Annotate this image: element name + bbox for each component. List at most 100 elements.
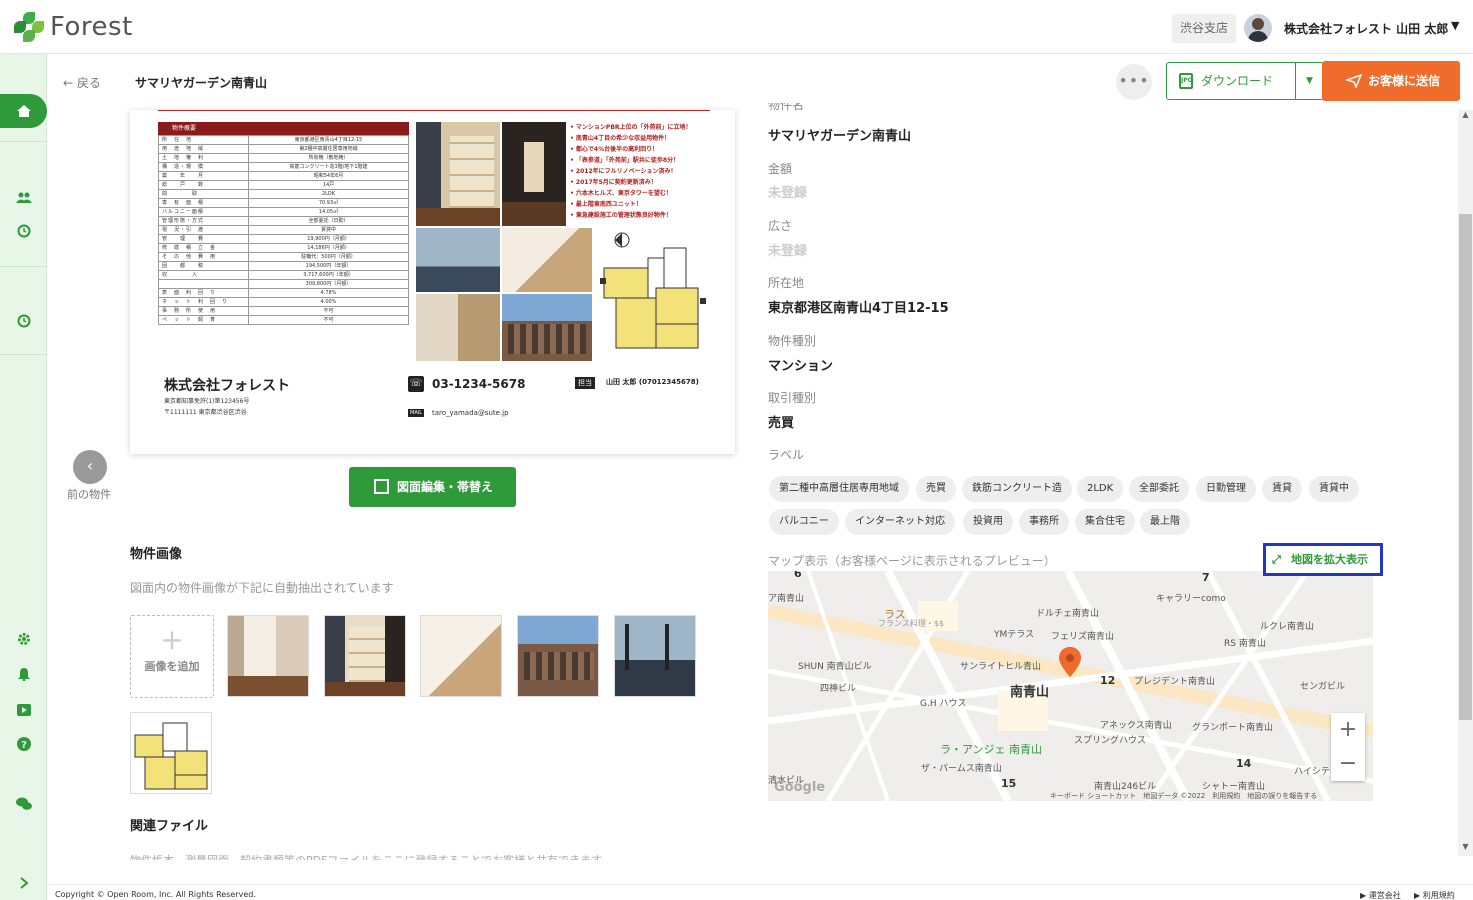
avatar[interactable] xyxy=(1244,14,1272,42)
scroll-up-arrow-icon[interactable]: ▲ xyxy=(1458,110,1473,124)
floor-plan-thumb[interactable] xyxy=(130,712,212,794)
back-label: 戻る xyxy=(76,76,101,90)
spec-key xyxy=(158,279,249,289)
chat-icon xyxy=(15,797,32,810)
map-place-label: フランス料理・$$ xyxy=(878,619,945,628)
map-preview-label: マップ表示（お客様ページに表示されるプレビュー） xyxy=(768,554,1056,568)
spec-key: 用 途 地 域 xyxy=(158,144,249,154)
map-place-label: フェリズ南青山 xyxy=(1051,632,1115,642)
flyer-preview[interactable]: 物件概要 所 在 地東京都港区南青山4丁目12-15 用 途 地 域第2種中高層住… xyxy=(130,110,735,454)
scroll-down-arrow-icon[interactable]: ▼ xyxy=(1458,842,1473,856)
spec-key: 事 務 所 使 用 xyxy=(158,306,249,316)
user-menu-caret-icon[interactable]: ▼ xyxy=(1451,19,1459,32)
download-button[interactable]: JPG ダウンロード xyxy=(1166,62,1296,100)
spec-row: 専 有 面 積 70.93㎡ xyxy=(158,198,409,208)
property-image-thumb[interactable] xyxy=(227,615,309,697)
edit-flyer-button[interactable]: 図面編集・帯替え xyxy=(349,467,516,507)
images-section-title: 物件画像 xyxy=(130,547,183,562)
help-icon: ? xyxy=(16,737,31,751)
map-place-label: 南青山 xyxy=(1010,685,1050,700)
back-link[interactable]: ← 戻る xyxy=(63,74,101,91)
map-preview[interactable]: 南青山 12 ラ・アンジェ 南青山 アネックス南青山 プレジデント南青山 スプリングハウス… xyxy=(768,571,1373,801)
sidebar-item-customers[interactable] xyxy=(0,188,47,212)
property-image-thumb[interactable] xyxy=(420,615,502,697)
label-chip: 集合住宅 xyxy=(1075,509,1135,535)
sidebar-item-history-2[interactable] xyxy=(0,312,47,336)
property-image-thumb[interactable] xyxy=(324,615,406,697)
spec-table: 所 在 地東京都港区南青山4丁目12-15 用 途 地 域第2種中高層住居専用地域… xyxy=(158,135,409,325)
map-place-label: グランポート南青山 xyxy=(1192,723,1274,733)
sidebar-expand-button[interactable] xyxy=(0,872,47,896)
sidebar-divider xyxy=(0,266,47,267)
price-label: 金額 xyxy=(768,162,793,176)
copyright: Copyright © Open Room, Inc. All Rights R… xyxy=(55,890,256,899)
sidebar-item-chat[interactable] xyxy=(0,795,47,819)
send-label: お客様に送信 xyxy=(1368,74,1441,88)
paper-plane-icon xyxy=(1344,61,1363,101)
spec-value: 不可 xyxy=(248,315,409,325)
company-phone: 03-1234-5678 xyxy=(432,377,526,391)
spec-key: 固 都 税 xyxy=(158,261,249,271)
spec-value: 194,500円（年額） xyxy=(248,261,409,271)
highlight-item: • マンションPBR上位の「外苑前」に立地！ xyxy=(570,124,692,131)
photo-room-light xyxy=(416,294,500,361)
spec-value: 4.00% xyxy=(248,297,409,307)
highlight-item: • 東急建設施工の管理状態良好物件！ xyxy=(570,212,672,219)
label-chip: 第二種中高層住居専用地域 xyxy=(769,476,909,502)
sidebar-item-history[interactable] xyxy=(0,222,47,246)
forest-logo[interactable]: Forest xyxy=(14,12,133,42)
map-place-label: YMテラス xyxy=(994,630,1035,640)
highlight-item: • 「表参道」「外苑前」駅共に徒歩8分！ xyxy=(570,157,680,164)
previous-property-label[interactable]: 前の物件 xyxy=(67,486,111,502)
address-value: 東京都港区南青山4丁目12-15 xyxy=(768,301,949,316)
property-image-thumb[interactable] xyxy=(614,615,696,697)
sidebar-item-home[interactable] xyxy=(0,94,47,128)
jpg-file-icon: JPG xyxy=(1179,73,1193,89)
map-place-label: スプリングハウス xyxy=(1074,736,1147,746)
map-place-label: 四神ビル xyxy=(820,684,857,694)
spec-row: 管 理 費 19,900円（月額） xyxy=(158,234,409,244)
map-expand-button[interactable]: ⤢ 地図を拡大表示 xyxy=(1263,543,1383,576)
spec-row: 間 取 2LDK xyxy=(158,189,409,199)
map-place-label: 14 xyxy=(1236,757,1252,770)
spec-key: バルコニー面積 xyxy=(158,207,249,217)
more-options-button[interactable]: ••• xyxy=(1116,64,1152,100)
photo-building-exterior xyxy=(502,294,592,361)
spec-key: 現 況・引 渡 xyxy=(158,225,249,235)
map-place-label: ドルチェ南青山 xyxy=(1036,609,1100,619)
spec-key: 管 理 費 xyxy=(158,234,249,244)
sidebar-item-help[interactable]: ? xyxy=(0,735,47,759)
spec-key: そ の 他 費 用 xyxy=(158,252,249,262)
download-label: ダウンロード xyxy=(1201,74,1274,88)
previous-property-button[interactable]: ‹ xyxy=(73,450,107,484)
terms-link[interactable]: ▶ 利用規約 xyxy=(1414,890,1455,900)
address-label: 所在地 xyxy=(768,276,805,290)
branch-badge[interactable]: 渋谷支店 xyxy=(1172,14,1237,43)
spec-value: 第2種中高層住居専用地域 xyxy=(248,144,409,154)
label-chip: 日勤管理 xyxy=(1196,476,1256,502)
map-place-label: 15 xyxy=(1001,777,1017,790)
download-options-dropdown[interactable]: ▼ xyxy=(1295,62,1324,100)
map-place-label: センガビル xyxy=(1300,682,1346,692)
company-link[interactable]: ▶ 運営会社 xyxy=(1360,890,1401,900)
users-icon xyxy=(15,192,32,203)
history-icon-2 xyxy=(17,314,30,328)
zoom-in-button[interactable]: + xyxy=(1331,713,1365,747)
spec-value: 不可 xyxy=(248,306,409,316)
google-logo: Google xyxy=(774,780,826,795)
scrollbar-thumb[interactable] xyxy=(1459,214,1472,720)
property-image-thumb[interactable] xyxy=(517,615,599,697)
bell-icon xyxy=(17,668,30,682)
send-to-customer-button[interactable]: お客様に送信 xyxy=(1322,61,1460,101)
sidebar-item-videos[interactable] xyxy=(0,700,47,724)
sidebar-item-notifications[interactable] xyxy=(0,665,47,689)
spec-key: 収 入 xyxy=(158,270,249,280)
zoom-out-button[interactable]: − xyxy=(1331,747,1365,781)
sidebar-divider xyxy=(0,141,47,142)
trade-type-label: 取引種別 xyxy=(768,391,817,405)
spec-value: 全部委託（日勤） xyxy=(248,216,409,226)
add-image-button[interactable]: + 画像を追加 xyxy=(130,615,214,698)
sidebar-item-settings[interactable] xyxy=(0,630,47,654)
user-name[interactable]: 株式会社フォレスト 山田 太郎 xyxy=(1284,20,1448,37)
map-place-label: ア南青山 xyxy=(768,594,805,604)
